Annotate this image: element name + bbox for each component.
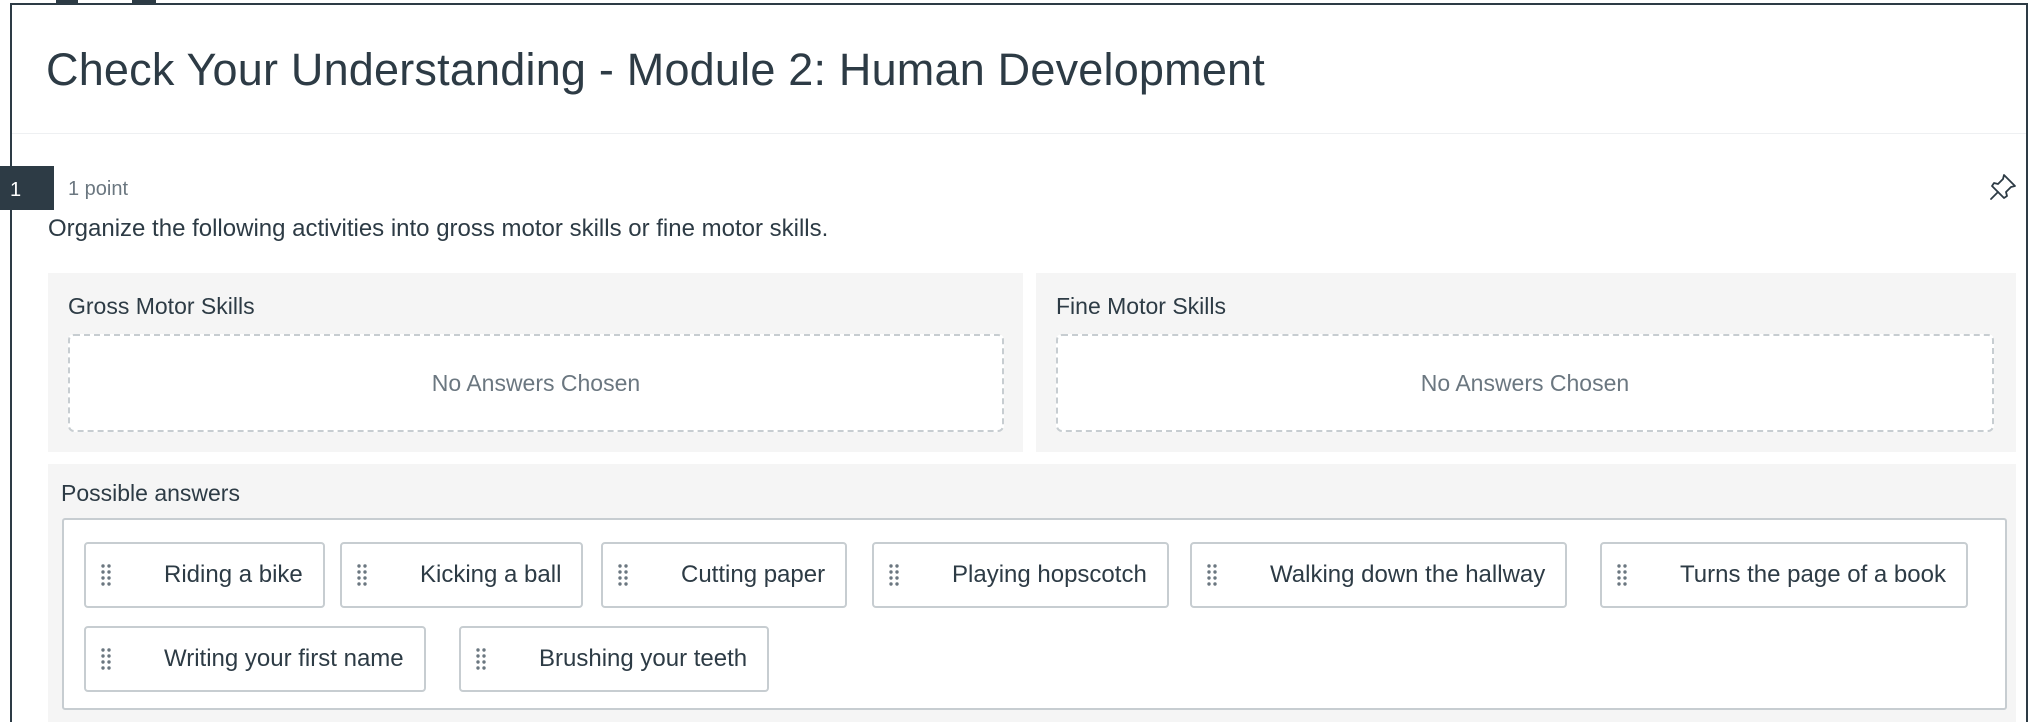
drag-handle-icon[interactable] bbox=[356, 563, 390, 587]
category-gross-motor-skills: Gross Motor Skills No Answers Chosen bbox=[48, 273, 1023, 452]
answer-chip[interactable]: Kicking a ball bbox=[340, 542, 584, 608]
question-prompt: Organize the following activities into g… bbox=[48, 215, 829, 242]
answer-chip-label: Cutting paper bbox=[681, 561, 826, 588]
answer-chip-label: Brushing your teeth bbox=[539, 645, 748, 672]
drag-handle-icon[interactable] bbox=[1206, 563, 1240, 587]
question-points: 1 point bbox=[68, 178, 129, 200]
answer-chip-label: Turns the page of a book bbox=[1680, 561, 1946, 588]
category-label: Gross Motor Skills bbox=[68, 293, 255, 319]
pin-icon[interactable] bbox=[1988, 172, 2018, 202]
drag-handle-icon[interactable] bbox=[617, 563, 651, 587]
answer-chip[interactable]: Writing your first name bbox=[84, 626, 426, 692]
answer-chip-label: Kicking a ball bbox=[420, 561, 562, 588]
answer-chip-label: Riding a bike bbox=[164, 561, 303, 588]
question-number-badge: 1 bbox=[0, 166, 54, 210]
answer-chip[interactable]: Riding a bike bbox=[84, 542, 325, 608]
drag-handle-icon[interactable] bbox=[475, 647, 509, 671]
answer-chip[interactable]: Cutting paper bbox=[601, 542, 848, 608]
answer-chip[interactable]: Brushing your teeth bbox=[459, 626, 770, 692]
possible-answers-list: Riding a bike Kicking a ball Cutting pap… bbox=[62, 518, 2007, 710]
answer-chip-label: Writing your first name bbox=[164, 645, 404, 672]
gross-motor-dropzone[interactable]: No Answers Chosen bbox=[68, 334, 1004, 432]
answer-chip[interactable]: Playing hopscotch bbox=[872, 542, 1169, 608]
possible-answers-label: Possible answers bbox=[61, 480, 240, 506]
drag-handle-icon[interactable] bbox=[100, 647, 134, 671]
drag-handle-icon[interactable] bbox=[100, 563, 134, 587]
possible-answers-panel: Possible answers Riding a bike Kicking a… bbox=[48, 464, 2016, 722]
category-label: Fine Motor Skills bbox=[1056, 293, 1226, 319]
answer-chip-label: Walking down the hallway bbox=[1270, 561, 1546, 588]
title-divider bbox=[12, 133, 2026, 134]
fine-motor-dropzone[interactable]: No Answers Chosen bbox=[1056, 334, 1994, 432]
answer-chip-label: Playing hopscotch bbox=[952, 561, 1147, 588]
answer-chip[interactable]: Turns the page of a book bbox=[1600, 542, 1968, 608]
page-title: Check Your Understanding - Module 2: Hum… bbox=[46, 44, 1265, 95]
drag-handle-icon[interactable] bbox=[888, 563, 922, 587]
drag-handle-icon[interactable] bbox=[1616, 563, 1650, 587]
category-fine-motor-skills: Fine Motor Skills No Answers Chosen bbox=[1036, 273, 2016, 452]
answer-chip[interactable]: Walking down the hallway bbox=[1190, 542, 1568, 608]
